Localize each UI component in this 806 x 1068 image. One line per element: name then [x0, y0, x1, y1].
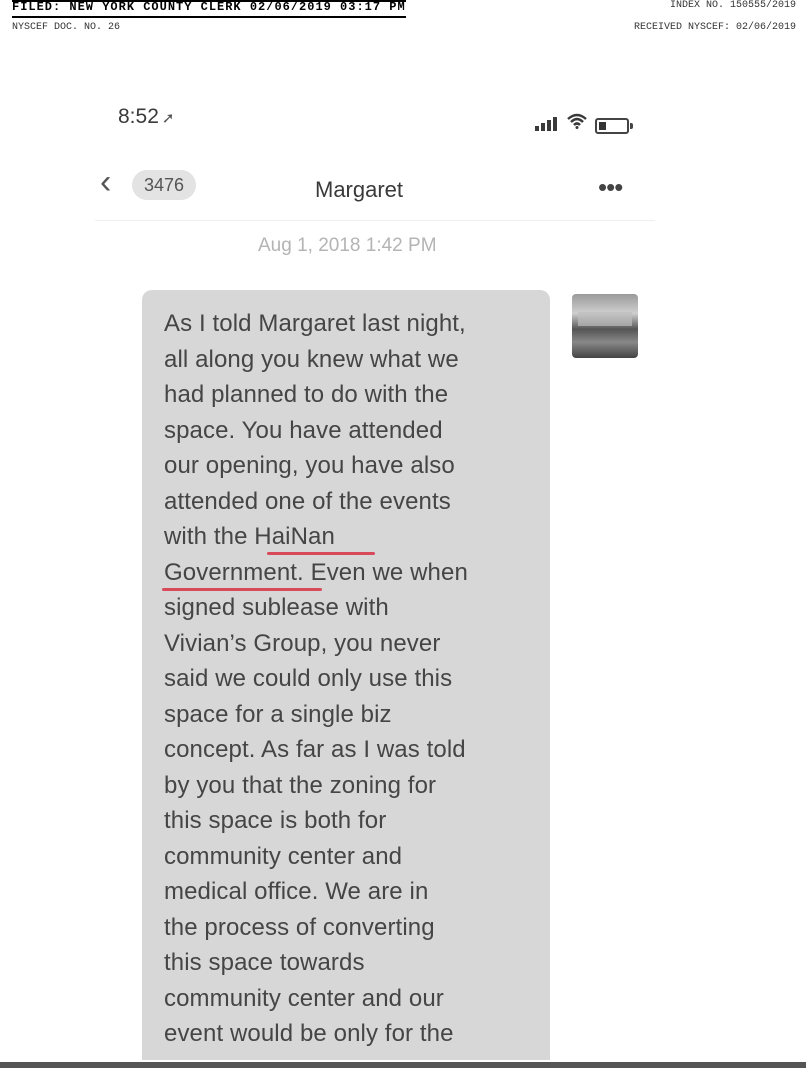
- message-line: this space is both for: [164, 807, 387, 834]
- message-line: all along you knew what we: [164, 346, 459, 373]
- location-arrow-icon: ➚: [161, 110, 175, 127]
- message-line: space. You have attended: [164, 417, 443, 444]
- message-line: this space towards: [164, 949, 365, 976]
- message-line: community center and: [164, 843, 403, 870]
- contact-name[interactable]: Margaret: [315, 177, 403, 203]
- message-line: our opening, you have also: [164, 452, 455, 479]
- status-time: 8:52 ➚: [118, 105, 174, 129]
- index-number: INDEX NO. 150555/2019: [669, 0, 796, 11]
- message-line: community center and our: [164, 985, 444, 1012]
- message-line: the process of converting: [164, 914, 435, 941]
- message-line: signed sublease with: [164, 594, 389, 621]
- message-line: had planned to do with the: [164, 381, 449, 408]
- ellipsis-icon[interactable]: •••: [598, 172, 623, 203]
- filing-header-line: FILED: NEW YORK COUNTY CLERK 02/06/2019 …: [12, 0, 406, 18]
- message-line: said we could only use this: [164, 665, 453, 692]
- message-line: space for a single biz: [164, 701, 392, 728]
- message-bubble[interactable]: As I told Margaret last night, all along…: [142, 290, 550, 1060]
- message-line: with the HaiNan: [164, 523, 335, 550]
- status-time-text: 8:52: [118, 105, 159, 128]
- message-line: As I told Margaret last night,: [164, 310, 466, 337]
- image-thumbnail[interactable]: [572, 294, 638, 358]
- wifi-icon: [567, 113, 587, 134]
- message-line: Government. Even we when: [164, 559, 468, 586]
- back-button-count[interactable]: 3476: [132, 170, 197, 200]
- message-line: attended one of the events: [164, 488, 451, 515]
- message-line: medical office. We are in: [164, 878, 429, 905]
- nav-divider: [95, 220, 655, 221]
- message-line: event would be only for the: [164, 1020, 454, 1047]
- doc-number: NYSCEF DOC. NO. 26: [12, 22, 121, 33]
- chevron-left-icon[interactable]: ‹: [100, 165, 111, 199]
- message-line: Vivian’s Group, you never: [164, 630, 441, 657]
- bottom-edge: [0, 1062, 806, 1068]
- received-date: RECEIVED NYSCEF: 02/06/2019: [633, 22, 796, 33]
- status-icons: [535, 113, 645, 135]
- underline-mark: [162, 588, 322, 591]
- underline-mark: [267, 552, 375, 555]
- message-line: by you that the zoning for: [164, 772, 437, 799]
- battery-icon: [595, 118, 633, 134]
- message-line: concept. As far as I was told: [164, 736, 466, 763]
- signal-icon: [535, 117, 561, 131]
- message-timestamp: Aug 1, 2018 1:42 PM: [258, 235, 437, 256]
